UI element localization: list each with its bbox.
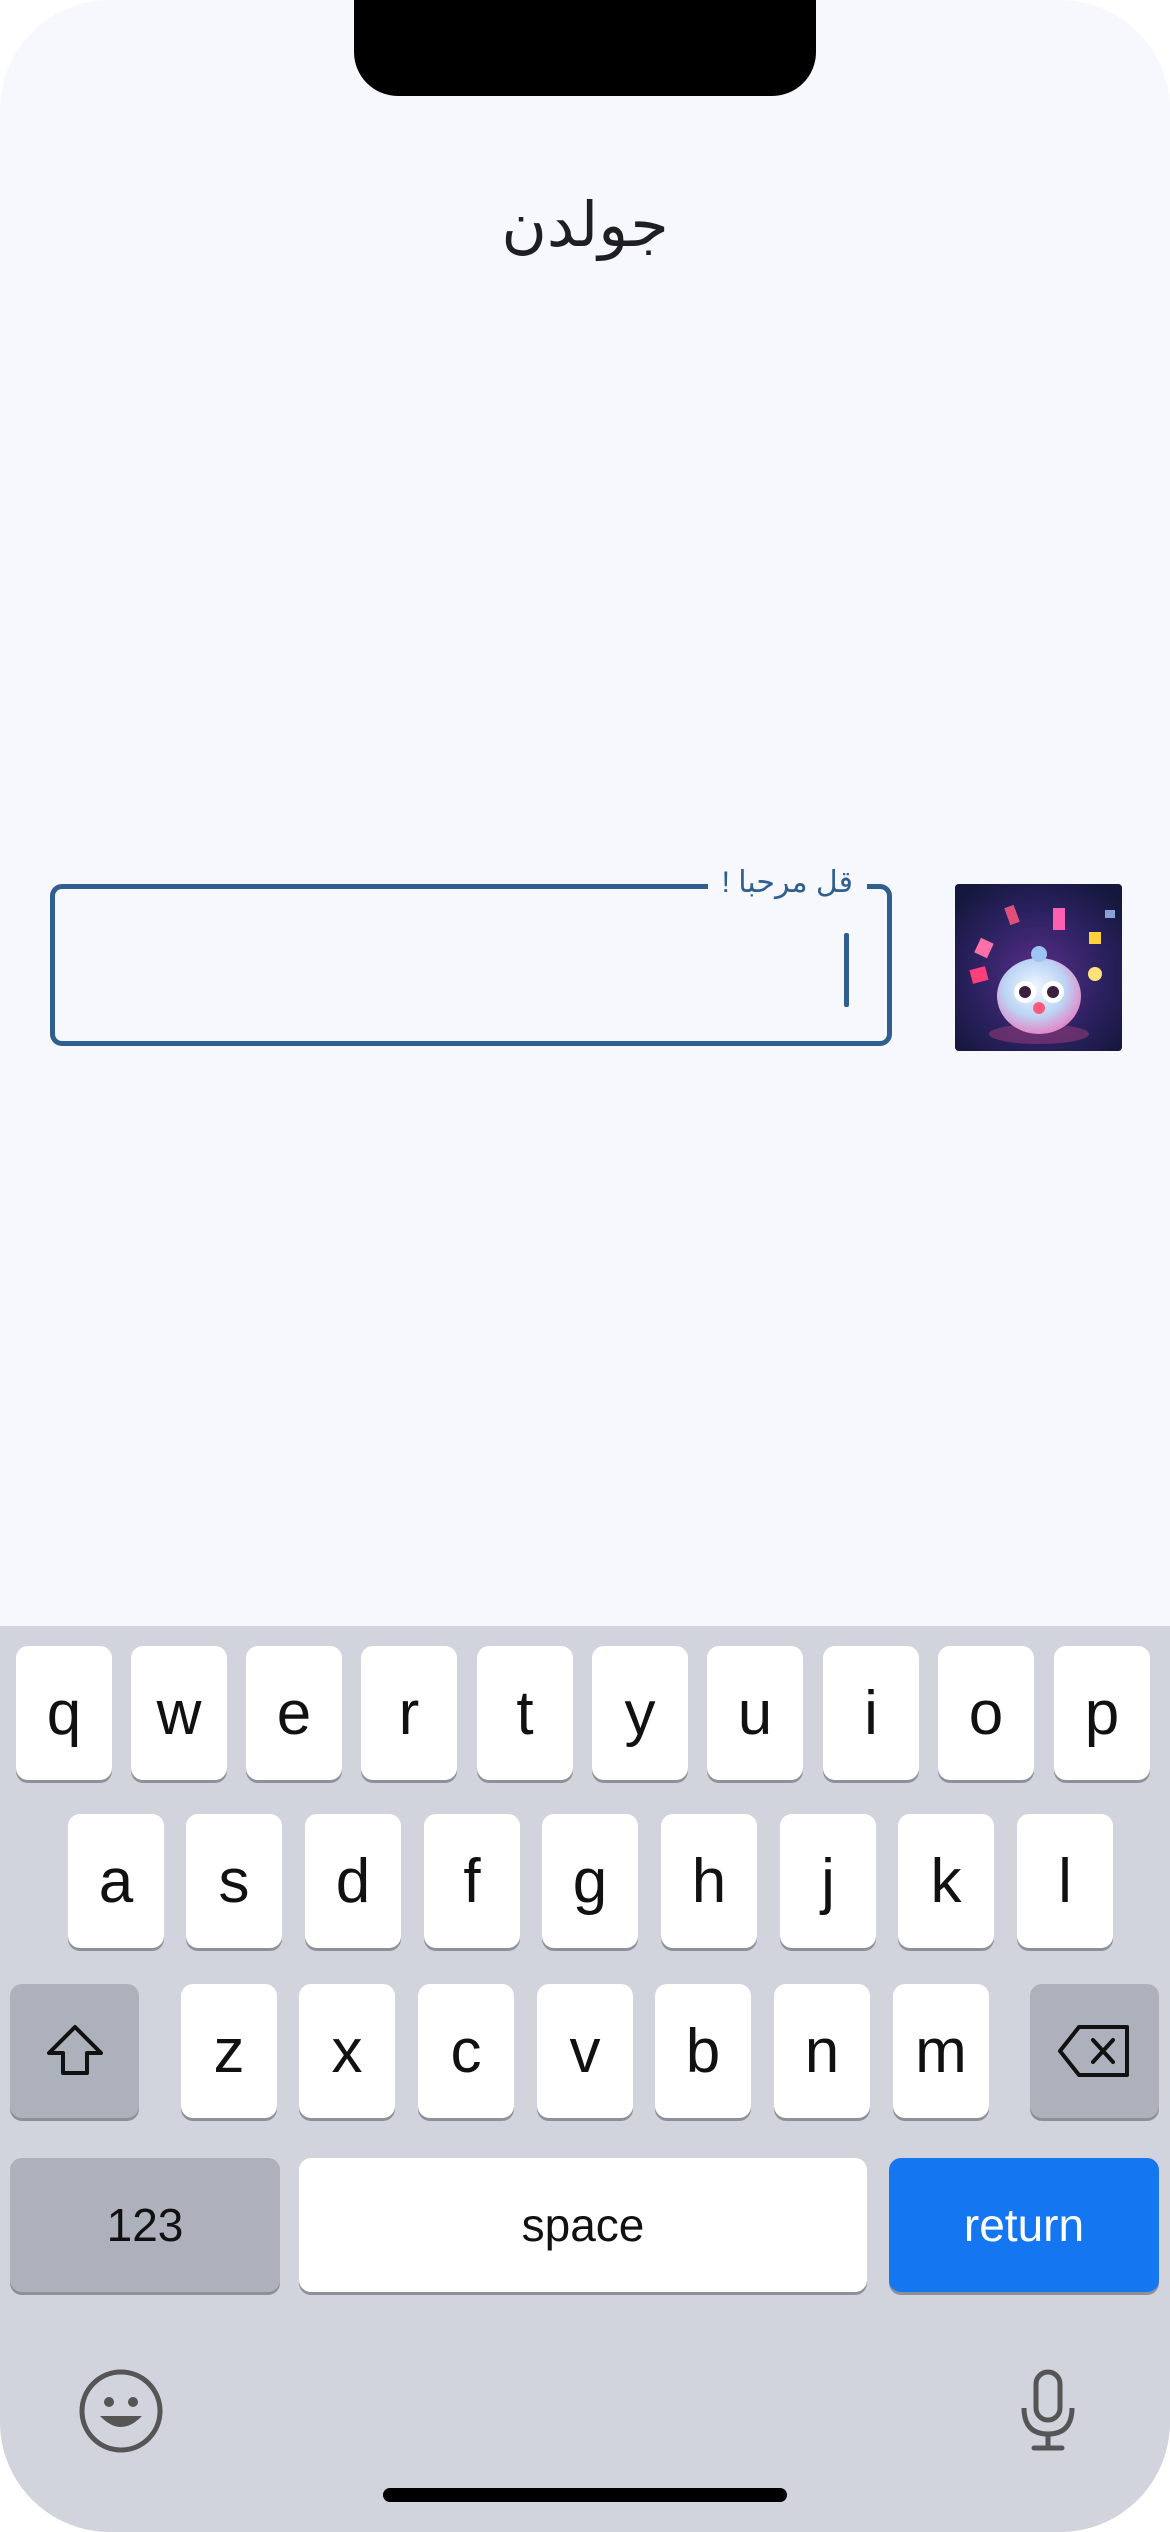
key-o[interactable]: o (938, 1646, 1034, 1780)
key-i[interactable]: i (823, 1646, 919, 1780)
key-j[interactable]: j (780, 1814, 876, 1948)
dictation-button[interactable] (1008, 2366, 1088, 2456)
delete-key[interactable] (1030, 1984, 1159, 2118)
home-indicator[interactable] (383, 2488, 787, 2502)
shift-icon (46, 2025, 103, 2075)
message-input[interactable]: قل مرحبا ! (50, 857, 892, 1046)
key-t[interactable]: t (477, 1646, 573, 1780)
key-f[interactable]: f (424, 1814, 520, 1948)
message-input-label: قل مرحبا ! (707, 857, 867, 909)
key-x[interactable]: x (299, 1984, 395, 2118)
key-p[interactable]: p (1054, 1646, 1150, 1780)
key-m[interactable]: m (893, 1984, 989, 2118)
key-v[interactable]: v (537, 1984, 633, 2118)
key-n[interactable]: n (774, 1984, 870, 2118)
backspace-icon (1057, 2025, 1129, 2077)
key-k[interactable]: k (898, 1814, 994, 1948)
keyboard: q w e r t y u i o p a s d f g h j k l z … (0, 1626, 1170, 2532)
microphone-icon (1021, 2369, 1075, 2451)
key-u[interactable]: u (707, 1646, 803, 1780)
return-key[interactable]: return (889, 2158, 1159, 2292)
emoji-button[interactable] (76, 2366, 166, 2456)
numbers-key[interactable]: 123 (10, 2158, 280, 2292)
text-cursor (844, 933, 849, 1007)
page-title: جولدن (501, 191, 669, 260)
key-c[interactable]: c (418, 1984, 514, 2118)
key-r[interactable]: r (361, 1646, 457, 1780)
shift-key[interactable] (10, 1984, 139, 2118)
emoji-icon (79, 2369, 163, 2453)
key-s[interactable]: s (186, 1814, 282, 1948)
key-z[interactable]: z (181, 1984, 277, 2118)
key-e[interactable]: e (246, 1646, 342, 1780)
key-d[interactable]: d (305, 1814, 401, 1948)
key-g[interactable]: g (542, 1814, 638, 1948)
avatar (955, 884, 1122, 1051)
device-notch (354, 0, 816, 96)
key-b[interactable]: b (655, 1984, 751, 2118)
key-w[interactable]: w (131, 1646, 227, 1780)
key-y[interactable]: y (592, 1646, 688, 1780)
key-l[interactable]: l (1017, 1814, 1113, 1948)
phone-screen: جولدن قل مرحبا ! q w e r t y u i o p a s… (0, 0, 1170, 2532)
key-q[interactable]: q (16, 1646, 112, 1780)
space-key[interactable]: space (299, 2158, 867, 2292)
robot-avatar-icon (955, 884, 1122, 1051)
key-h[interactable]: h (661, 1814, 757, 1948)
key-a[interactable]: a (68, 1814, 164, 1948)
